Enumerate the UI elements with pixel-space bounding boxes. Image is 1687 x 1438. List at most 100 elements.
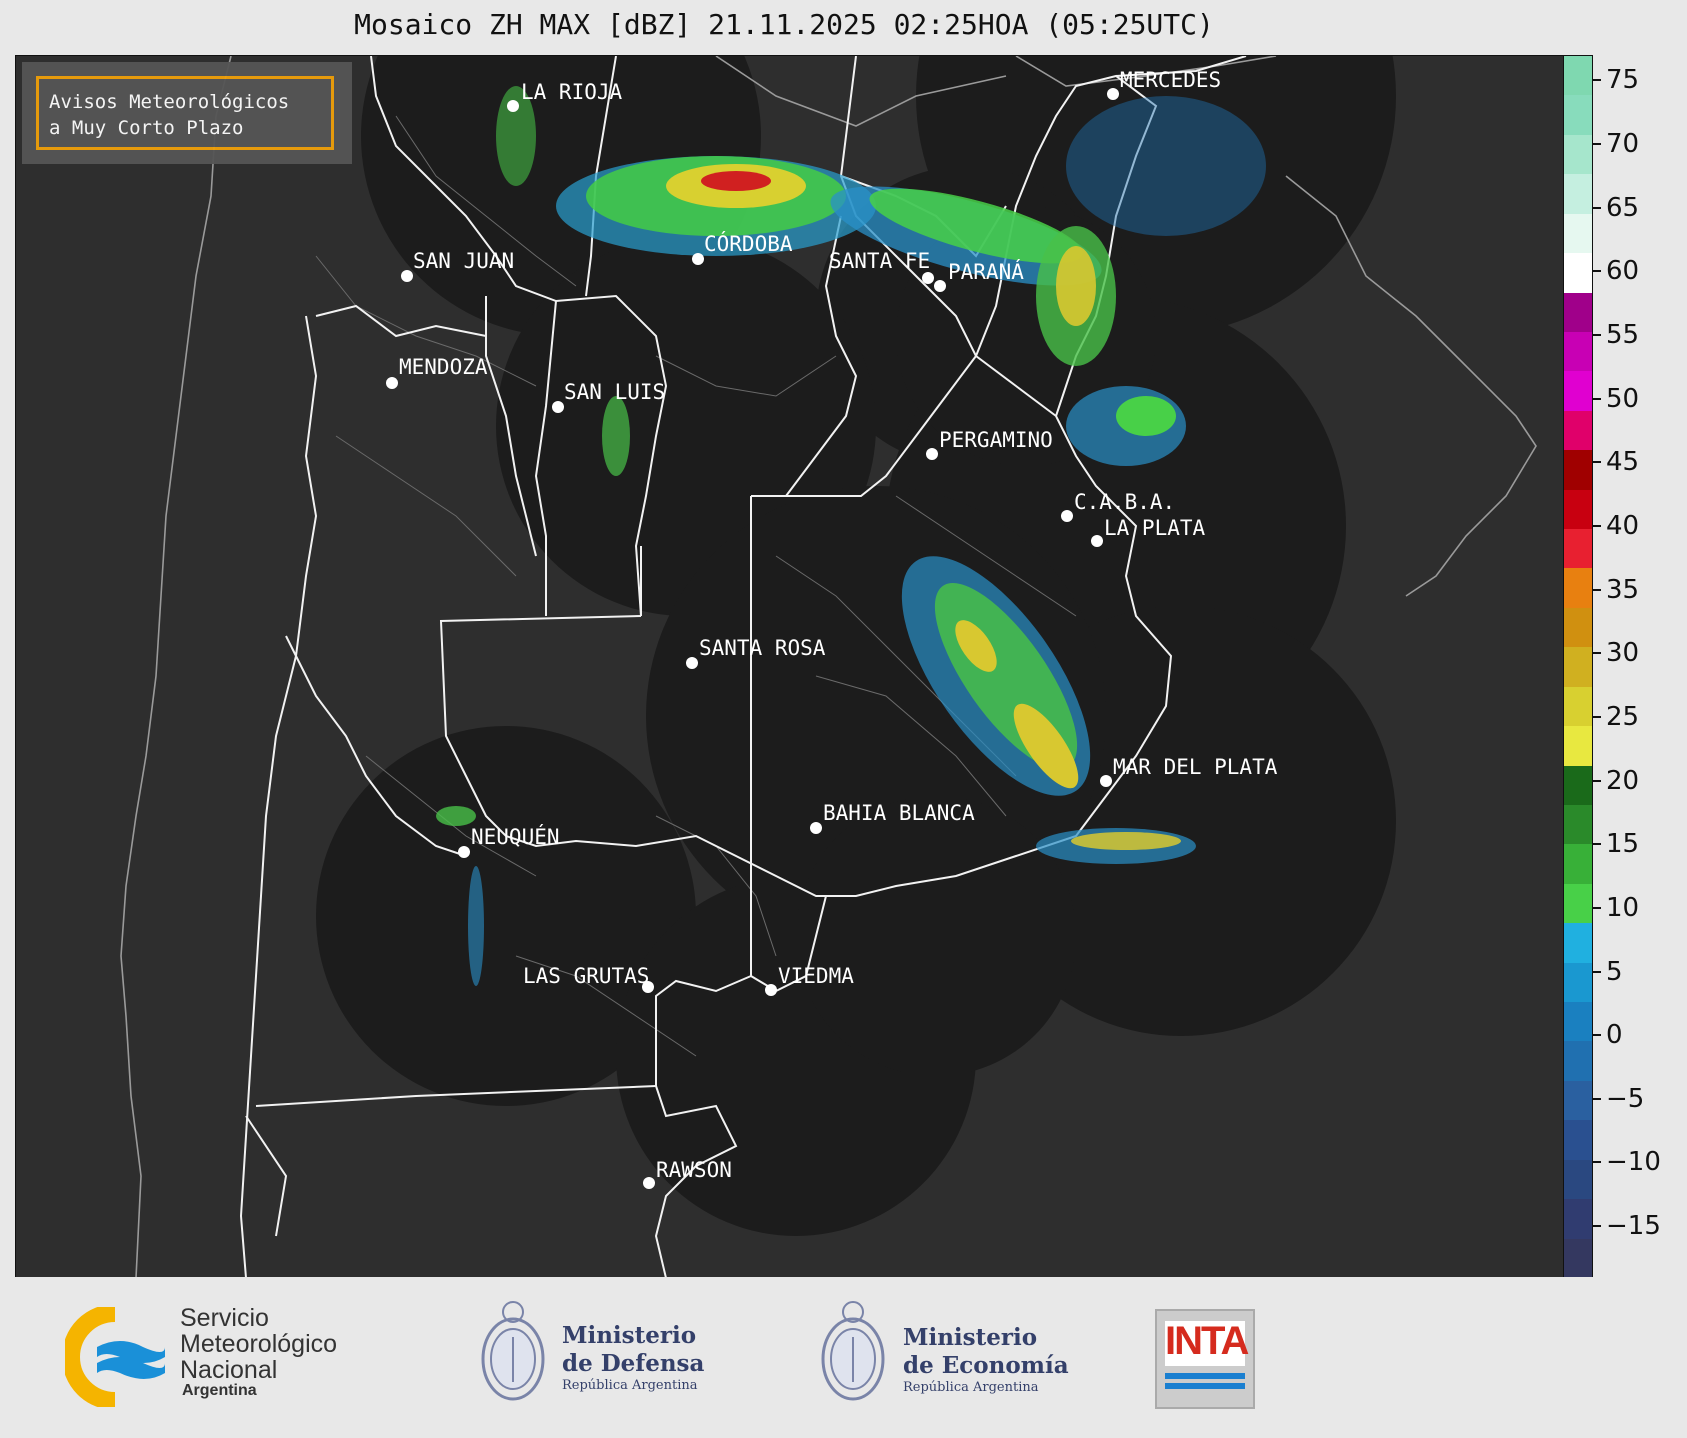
colorbar-band bbox=[1564, 1199, 1592, 1240]
colorbar-band bbox=[1564, 765, 1592, 806]
colorbar-tick bbox=[1593, 1097, 1601, 1100]
city-label: LA PLATA bbox=[1104, 516, 1206, 540]
colorbar-band bbox=[1564, 292, 1592, 333]
city-marker[interactable] bbox=[458, 846, 470, 858]
city-marker[interactable] bbox=[934, 280, 946, 292]
city-label: C.A.B.A. bbox=[1074, 490, 1176, 514]
defensa-line2: de Defensa bbox=[562, 1350, 705, 1377]
colorbar-tick-label: 60 bbox=[1606, 256, 1640, 287]
colorbar-tick bbox=[1593, 779, 1601, 782]
colorbar-band bbox=[1564, 134, 1592, 176]
colorbar-tick-label: 20 bbox=[1606, 765, 1640, 796]
economia-sub: República Argentina bbox=[903, 1380, 1039, 1395]
colorbar-band bbox=[1564, 647, 1592, 688]
city-marker[interactable] bbox=[922, 272, 934, 284]
colorbar-band bbox=[1564, 1159, 1592, 1201]
city-marker[interactable] bbox=[692, 253, 704, 265]
alert-notice-frame: Avisos Meteorológicos a Muy Corto Plazo bbox=[36, 76, 334, 150]
smn-name: Servicio Meteorológico Nacional bbox=[180, 1305, 337, 1383]
colorbar-tick-label: 40 bbox=[1606, 510, 1640, 541]
defensa-logo: Ministerio de Defensa República Argentin… bbox=[562, 1322, 704, 1393]
colorbar-tick-label: 70 bbox=[1606, 129, 1640, 160]
colorbar-tick bbox=[1593, 652, 1601, 655]
city-marker[interactable] bbox=[552, 401, 564, 413]
colorbar-tick-label: 55 bbox=[1606, 320, 1640, 351]
colorbar-tick bbox=[1593, 1034, 1601, 1037]
colorbar-tick bbox=[1593, 1225, 1601, 1228]
smn-line2: Meteorológico bbox=[180, 1330, 338, 1358]
colorbar-tick bbox=[1593, 79, 1601, 82]
colorbar-tick-label: 30 bbox=[1606, 638, 1640, 669]
colorbar-band bbox=[1564, 95, 1592, 136]
colorbar-tick-label: 75 bbox=[1606, 65, 1640, 96]
city-label: SANTA FE bbox=[829, 249, 931, 273]
city-label: CÓRDOBA bbox=[704, 232, 793, 256]
colorbar-tick bbox=[1593, 334, 1601, 337]
city-label: PARANÁ bbox=[948, 260, 1024, 284]
colorbar-tick-label: −15 bbox=[1606, 1211, 1661, 1242]
colorbar-tick bbox=[1593, 588, 1601, 591]
city-label: MENDOZA bbox=[399, 355, 488, 379]
inta-logo: INTA bbox=[1155, 1309, 1255, 1409]
colorbar-tick bbox=[1593, 397, 1601, 400]
city-label: LA RIOJA bbox=[521, 80, 623, 104]
city-label: BAHIA BLANCA bbox=[823, 801, 975, 825]
alert-notice-line1: Avisos Meteorológicos bbox=[49, 91, 290, 113]
colorbar-tick bbox=[1593, 1161, 1601, 1164]
alert-notice-line2: a Muy Corto Plazo bbox=[49, 117, 244, 139]
colorbar-band bbox=[1564, 962, 1592, 1004]
colorbar-tick bbox=[1593, 715, 1601, 718]
defensa-line1: Ministerio bbox=[562, 1322, 697, 1349]
inta-text: INTA bbox=[1165, 1319, 1249, 1363]
economia-logo: Ministerio de Economía República Argenti… bbox=[903, 1324, 1069, 1395]
city-marker[interactable] bbox=[926, 448, 938, 460]
colorbar-tick-label: 65 bbox=[1606, 192, 1640, 223]
city-marker[interactable] bbox=[386, 377, 398, 389]
city-label: LAS GRUTAS bbox=[523, 964, 650, 988]
colorbar-band bbox=[1564, 410, 1592, 452]
colorbar-band bbox=[1564, 726, 1592, 767]
economia-line1: Ministerio bbox=[903, 1324, 1038, 1351]
coat-of-arms-icon bbox=[481, 1301, 545, 1401]
alert-notice-box: Avisos Meteorológicos a Muy Corto Plazo bbox=[22, 62, 352, 164]
colorbar-band bbox=[1564, 883, 1592, 925]
colorbar-tick bbox=[1593, 524, 1601, 527]
city-marker[interactable] bbox=[643, 1177, 655, 1189]
city-label: RAWSON bbox=[656, 1158, 732, 1182]
colorbar-band bbox=[1564, 56, 1592, 97]
colorbar-band bbox=[1564, 1080, 1592, 1122]
colorbar-tick bbox=[1593, 206, 1601, 209]
colorbar-tick-label: 10 bbox=[1606, 892, 1640, 923]
colorbar-tick bbox=[1593, 970, 1601, 973]
colorbar-tick-label: 5 bbox=[1606, 956, 1623, 987]
city-marker[interactable] bbox=[1091, 535, 1103, 547]
city-marker[interactable] bbox=[686, 657, 698, 669]
colorbar-tick-label: −5 bbox=[1606, 1083, 1645, 1114]
city-marker[interactable] bbox=[765, 984, 777, 996]
city-marker[interactable] bbox=[1100, 775, 1112, 787]
city-marker[interactable] bbox=[507, 100, 519, 112]
colorbar-band bbox=[1564, 568, 1592, 609]
city-marker[interactable] bbox=[401, 270, 413, 282]
economia-line2: de Economía bbox=[903, 1352, 1069, 1379]
city-label: NEUQUÉN bbox=[471, 825, 560, 849]
colorbar-band bbox=[1564, 213, 1592, 255]
colorbar-band bbox=[1564, 844, 1592, 885]
city-label: SAN LUIS bbox=[564, 380, 666, 404]
colorbar-band bbox=[1564, 686, 1592, 728]
smn-logo-icon bbox=[65, 1307, 170, 1407]
colorbar-tick bbox=[1593, 461, 1601, 464]
colorbar-band bbox=[1564, 489, 1592, 531]
colorbar-band bbox=[1564, 923, 1592, 964]
footer-logos: Servicio Meteorológico Nacional Argentin… bbox=[0, 1277, 1687, 1438]
smn-country: Argentina bbox=[182, 1382, 257, 1399]
colorbar-band bbox=[1564, 804, 1592, 846]
city-label: MAR DEL PLATA bbox=[1113, 755, 1278, 779]
city-marker[interactable] bbox=[1107, 88, 1119, 100]
radar-map[interactable]: Avisos Meteorológicos a Muy Corto Plazo … bbox=[15, 55, 1565, 1279]
colorbar-tick-label: 15 bbox=[1606, 829, 1640, 860]
city-label: SANTA ROSA bbox=[699, 636, 826, 660]
city-marker[interactable] bbox=[810, 822, 822, 834]
city-marker[interactable] bbox=[1061, 510, 1073, 522]
colorbar-tick-label: 35 bbox=[1606, 574, 1640, 605]
